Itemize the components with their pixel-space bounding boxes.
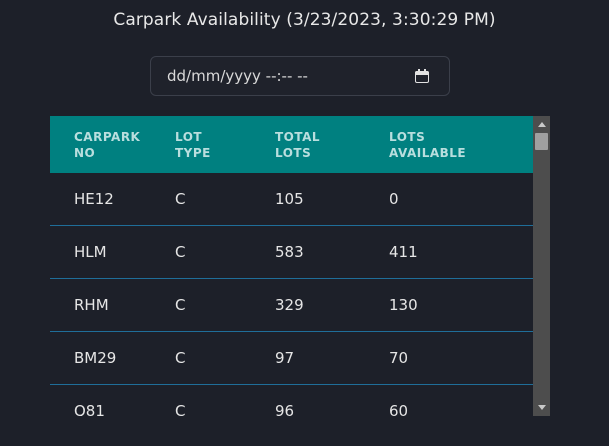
cell-lot-type: C [175,402,186,416]
page-title: Carpark Availability (3/23/2023, 3:30:29… [113,10,496,30]
cell-lot-type: C [175,243,186,261]
scroll-down-button[interactable] [533,399,550,416]
cell-carpark-no: BM29 [74,349,117,367]
table-row: HE12 C 105 0 [50,173,533,226]
cell-lots-available: 0 [389,190,399,208]
scroll-thumb[interactable] [535,133,548,150]
cell-total-lots: 329 [275,296,304,314]
carpark-table: CARPARK NO LOT TYPE TOTAL LOTS LOTS AVAI… [50,116,550,416]
cell-lot-type: C [175,349,186,367]
table-row: Q81 C 96 60 [50,385,533,416]
cell-total-lots: 583 [275,243,304,261]
cell-total-lots: 96 [275,402,295,416]
cell-lot-type: C [175,296,186,314]
cell-lots-available: 130 [389,296,418,314]
calendar-icon[interactable] [415,69,429,83]
datetime-input-value[interactable]: dd/mm/yyyy --:-- -- [167,67,415,85]
vertical-scrollbar[interactable] [533,116,550,416]
cell-lots-available: 411 [389,243,418,261]
arrow-up-icon [537,122,546,127]
header-total-lots: TOTAL LOTS [275,129,321,160]
page: Carpark Availability (3/23/2023, 3:30:29… [0,0,609,446]
table-row: BM29 C 97 70 [50,332,533,385]
header-lots-available: LOTS AVAILABLE [389,129,467,160]
table-body: CARPARK NO LOT TYPE TOTAL LOTS LOTS AVAI… [50,116,533,416]
cell-total-lots: 105 [275,190,304,208]
header-lot-type: LOT TYPE [175,129,211,160]
arrow-down-icon [537,405,546,410]
cell-carpark-no: Q81 [74,402,105,416]
header-carpark-no: CARPARK NO [74,129,141,160]
table-header: CARPARK NO LOT TYPE TOTAL LOTS LOTS AVAI… [50,116,533,173]
scroll-up-button[interactable] [533,116,550,133]
datetime-input[interactable]: dd/mm/yyyy --:-- -- [150,56,450,96]
cell-lot-type: C [175,190,186,208]
cell-carpark-no: RHM [74,296,109,314]
cell-carpark-no: HLM [74,243,107,261]
table-row: RHM C 329 130 [50,279,533,332]
cell-lots-available: 70 [389,349,409,367]
cell-lots-available: 60 [389,402,409,416]
cell-total-lots: 97 [275,349,295,367]
cell-carpark-no: HE12 [74,190,114,208]
table-row: HLM C 583 411 [50,226,533,279]
